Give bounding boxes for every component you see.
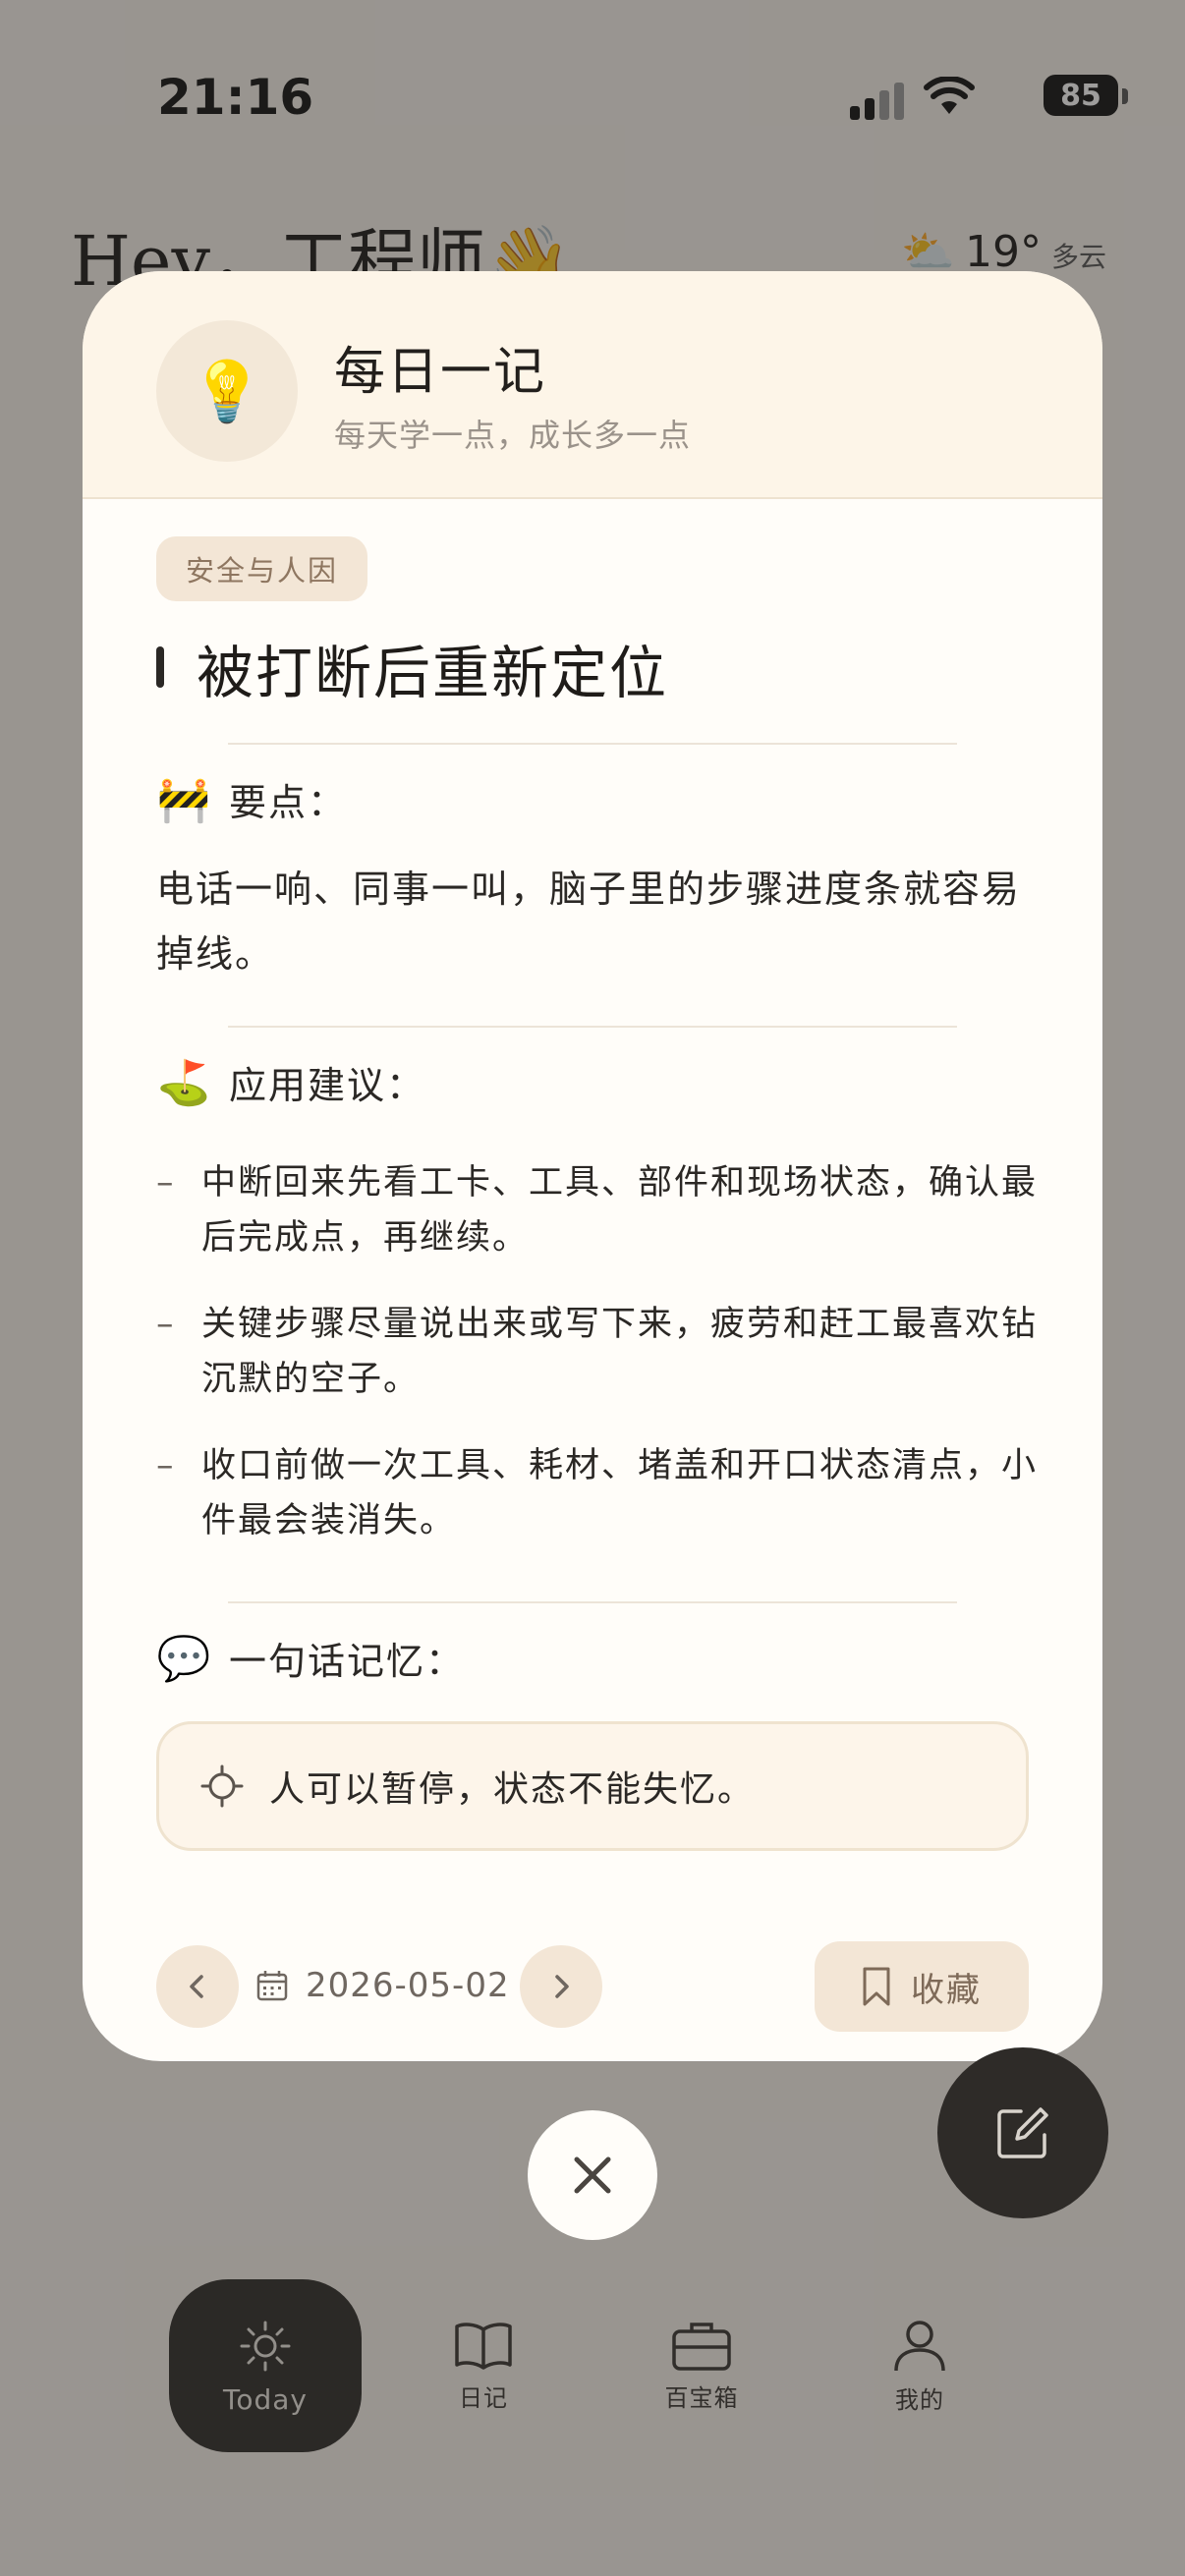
edit-icon xyxy=(997,2107,1048,2158)
suggestion-text: 收口前做一次工具、耗材、堵盖和开口状态清点，小件最会装消失。 xyxy=(201,1446,1039,1540)
divider xyxy=(228,1026,957,1028)
suggestion-text: 中断回来先看工卡、工具、部件和现场状态，确认最后完成点，再继续。 xyxy=(201,1163,1039,1258)
modal-header: 💡 每日一记 每天学一点，成长多一点 xyxy=(83,271,1102,499)
dash-bullet: – xyxy=(156,1305,176,1344)
golf-flag-icon: ⛳ xyxy=(156,1057,211,1108)
section-label: 一句话记忆： xyxy=(229,1640,466,1683)
keypoint-heading: 🚧 要点： xyxy=(156,772,347,826)
lightbulb-icon: 💡 xyxy=(156,320,298,462)
dash-bullet: – xyxy=(156,1163,176,1203)
category-tag: 安全与人因 xyxy=(156,536,368,601)
memo-heading: 💬 一句话记忆： xyxy=(156,1631,465,1685)
list-item: – 关键步骤尽量说出来或写下来，疲劳和赶工最喜欢钻沉默的空子。 xyxy=(156,1297,1041,1407)
suggestion-list: – 中断回来先看工卡、工具、部件和现场状态，确认最后完成点，再继续。 – 关键步骤尽… xyxy=(156,1155,1041,1580)
calendar-icon xyxy=(256,1971,288,2001)
section-label: 应用建议： xyxy=(229,1064,426,1107)
modal-footer: 2026-05-02 收藏 xyxy=(156,1941,1029,2032)
chevron-right-icon xyxy=(555,1975,569,1998)
suggest-heading: ⛳ 应用建议： xyxy=(156,1055,425,1109)
list-item: – 中断回来先看工卡、工具、部件和现场状态，确认最后完成点，再继续。 xyxy=(156,1155,1041,1265)
suggestion-text: 关键步骤尽量说出来或写下来，疲劳和赶工最喜欢钻沉默的空子。 xyxy=(201,1305,1039,1399)
next-day-button[interactable] xyxy=(520,1945,602,2028)
modal-subtitle: 每天学一点，成长多一点 xyxy=(334,417,692,454)
divider xyxy=(228,1601,957,1603)
favorite-label: 收藏 xyxy=(911,1970,982,2010)
keypoint-text: 电话一响、同事一叫，脑子里的步骤进度条就容易掉线。 xyxy=(156,868,1022,976)
date-text: 2026-05-02 xyxy=(306,1966,510,2005)
close-modal-button[interactable] xyxy=(528,2110,657,2240)
modal-title: 每日一记 xyxy=(334,343,547,402)
construction-icon: 🚧 xyxy=(156,774,211,825)
favorite-button[interactable]: 收藏 xyxy=(815,1941,1029,2032)
date-display: 2026-05-02 xyxy=(254,1941,510,2030)
section-label: 要点： xyxy=(229,781,348,824)
close-icon xyxy=(574,2156,611,2194)
title-accent-bar xyxy=(156,646,164,688)
chevron-left-icon xyxy=(190,1975,203,1998)
bookmark-icon xyxy=(863,1967,890,2006)
speech-bubble-icon: 💬 xyxy=(156,1633,211,1684)
daily-note-modal: 💡 每日一记 每天学一点，成长多一点 安全与人因 被打断后重新定位 🚧 要点： … xyxy=(83,271,1102,2061)
divider xyxy=(228,743,957,745)
article-title: 被打断后重新定位 xyxy=(197,640,669,706)
dash-bullet: – xyxy=(156,1446,176,1485)
prev-day-button[interactable] xyxy=(156,1945,239,2028)
compose-button[interactable] xyxy=(937,2047,1108,2218)
list-item: – 收口前做一次工具、耗材、堵盖和开口状态清点，小件最会装消失。 xyxy=(156,1438,1041,1548)
crosshair-icon xyxy=(200,1764,244,1808)
memo-box: 人可以暂停，状态不能失忆。 xyxy=(156,1721,1029,1851)
memo-text: 人可以暂停，状态不能失忆。 xyxy=(269,1769,756,1810)
